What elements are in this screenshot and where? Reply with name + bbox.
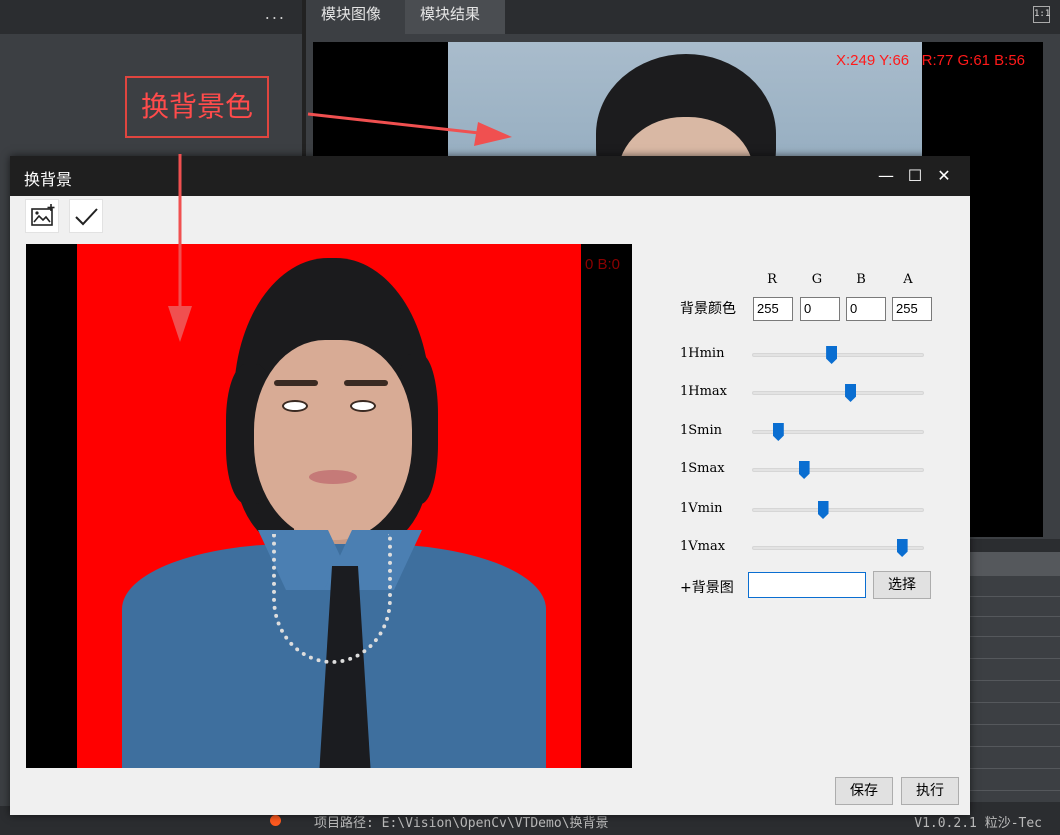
slider-1vmin[interactable] — [752, 508, 924, 512]
confirm-button[interactable] — [69, 199, 103, 233]
slider-label-1smax: 1Smax — [680, 461, 725, 476]
slider-1smax[interactable] — [752, 468, 924, 472]
slider-label-1hmax: 1Hmax — [680, 384, 728, 399]
background-image-path-input[interactable] — [748, 572, 866, 598]
add-image-button[interactable] — [25, 199, 59, 233]
image-add-icon — [31, 204, 55, 226]
viewer-pixel-info: X:249 Y:66 R:77 G:61 B:56 — [836, 52, 1026, 69]
slider-1hmax[interactable] — [752, 391, 924, 395]
slider-thumb-1smax[interactable] — [798, 461, 810, 479]
color-g-input[interactable]: 0 — [800, 297, 840, 321]
tab-module-result[interactable]: 模块结果 — [405, 0, 505, 34]
run-button[interactable]: 执行 — [901, 777, 959, 805]
status-indicator-icon — [270, 815, 281, 826]
column-header-g: G — [811, 272, 823, 287]
check-icon — [75, 208, 98, 226]
slider-1hmin[interactable] — [752, 353, 924, 357]
slider-thumb-1vmin[interactable] — [817, 501, 829, 519]
preview-pixel-info: 0 B:0 — [584, 256, 620, 273]
slider-label-1vmin: 1Vmin — [680, 501, 723, 516]
dialog-titlebar[interactable]: 换背景 — ☐ ✕ — [10, 156, 970, 196]
tab-module-image[interactable]: 模块图像 — [306, 0, 405, 34]
close-button[interactable]: ✕ — [932, 164, 956, 188]
result-table-header — [970, 552, 1060, 576]
slider-label-1smin: 1Smin — [680, 423, 723, 438]
slider-thumb-1smin[interactable] — [772, 423, 784, 441]
select-image-button[interactable]: 选择 — [873, 571, 931, 599]
annotation-label: 换背景色 — [125, 76, 269, 138]
color-b-input[interactable]: 0 — [846, 297, 886, 321]
save-button[interactable]: 保存 — [835, 777, 893, 805]
column-header-b: B — [856, 272, 866, 287]
left-panel-header: ... — [0, 0, 302, 34]
maximize-button[interactable]: ☐ — [903, 164, 927, 188]
more-menu-button[interactable]: ... — [265, 4, 286, 23]
color-r-input[interactable]: 255 — [753, 297, 793, 321]
result-preview[interactable]: 0 B:0 — [26, 244, 632, 768]
image-tabbar: 模块图像 模块结果 1:1 — [306, 0, 1060, 34]
slider-thumb-1vmax[interactable] — [896, 539, 908, 557]
slider-label-1vmax: 1Vmax — [680, 539, 726, 554]
color-a-input[interactable]: 255 — [892, 297, 932, 321]
zoom-1to1-button[interactable]: 1:1 — [1033, 6, 1050, 23]
slider-label-1hmin: 1Hmin — [680, 346, 725, 361]
result-table — [970, 552, 1060, 802]
minimize-button[interactable]: — — [874, 164, 898, 188]
column-header-a: A — [903, 272, 913, 287]
slider-thumb-1hmax[interactable] — [845, 384, 857, 402]
background-color-label: 背景颜色 — [680, 301, 736, 317]
dialog-title: 换背景 — [24, 170, 73, 189]
background-image-label: +背景图 — [680, 580, 734, 596]
slider-thumb-1hmin[interactable] — [826, 346, 838, 364]
change-background-dialog: 换背景 — ☐ ✕ 0 B:0 R G B A 背景颜色 255 0 0 255… — [10, 156, 970, 815]
column-header-r: R — [767, 272, 777, 287]
